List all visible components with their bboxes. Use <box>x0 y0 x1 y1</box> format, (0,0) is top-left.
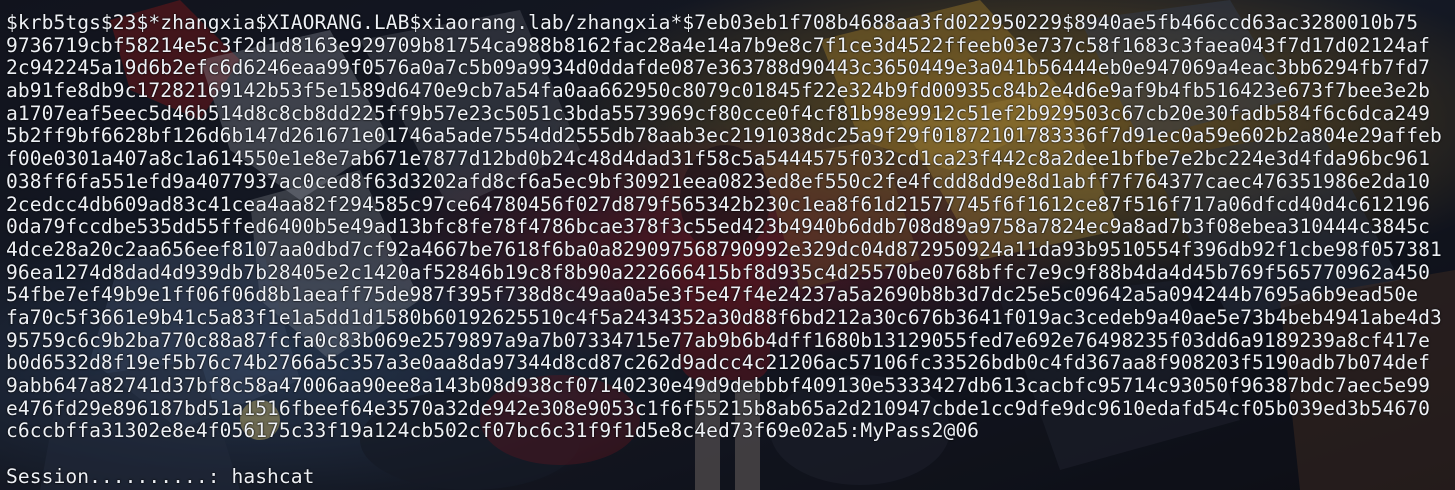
hash-line: 5b2ff9bf6628bf126d6b147d261671e01746a5ad… <box>6 124 1442 148</box>
hash-line: $krb5tgs$23$*zhangxia$XIAORANG.LAB$xiaor… <box>6 11 1419 34</box>
cracked-hash-line: c6ccbffa31302e8e4f056175c33f19a124cb502c… <box>6 419 980 443</box>
hash-line: 0da79fccdbe535dd55ffed6400b5e49ad13bfc8f… <box>6 215 1430 239</box>
hash-line: 038ff6fa551efd9a4077937ac0ced8f63d3202af… <box>6 169 1430 193</box>
hash-line: 9736719cbf58214e5c3f2d1d8163e929709b8175… <box>6 33 1430 57</box>
hash-line: fa70c5f3661e9b41c5a83f1e1a5dd1d1580b6019… <box>6 305 1442 329</box>
hash-line: a1707eaf5eec5d46b514d8c8cb8dd225ff9b57e2… <box>6 101 1430 125</box>
hash-line: 9abb647a82741d37bf8c58a47006aa90ee8a143b… <box>6 374 1430 397</box>
hash-line: 4dce28a20c2aa656eef8107aa0dbd7cf92a4667b… <box>6 237 1442 261</box>
hash-line: ab91fe8db9c17282169142b53f5e1589d6470e9c… <box>6 79 1430 103</box>
hash-line: 2cedcc4db609ad83c41cea4aa82f294585c97ce6… <box>6 192 1430 216</box>
hash-line: 2c942245a19d6b2efc6d6246eaa99f0576a0a7c5… <box>6 56 1430 80</box>
hash-line: 54fbe7ef49b9e1ff06f06d8b1aeaff75de987f39… <box>6 283 1419 307</box>
terminal-window[interactable]: $krb5tgs$23$*zhangxia$XIAORANG.LAB$xiaor… <box>0 0 1455 490</box>
hash-line: e476fd29e896187bd51a1516fbeef64e3570a32d… <box>6 396 1430 420</box>
session-status-line: Session..........: hashcat <box>6 464 315 488</box>
hash-line: 95759c6c9b2ba770c88a87fcfa0c83b069e25798… <box>6 328 1430 352</box>
hash-line: b0d6532d8f19ef5b76c74b2766a5c357a3e0aa8d… <box>6 351 1430 375</box>
hash-line: f00e0301a407a8c1a614550e1e8e7ab671e7877d… <box>6 147 1430 171</box>
hashcat-output[interactable]: $krb5tgs$23$*zhangxia$XIAORANG.LAB$xiaor… <box>6 11 1442 488</box>
hash-line: 96ea1274d8dad4d939db7b28405e2c1420af5284… <box>6 260 1430 284</box>
